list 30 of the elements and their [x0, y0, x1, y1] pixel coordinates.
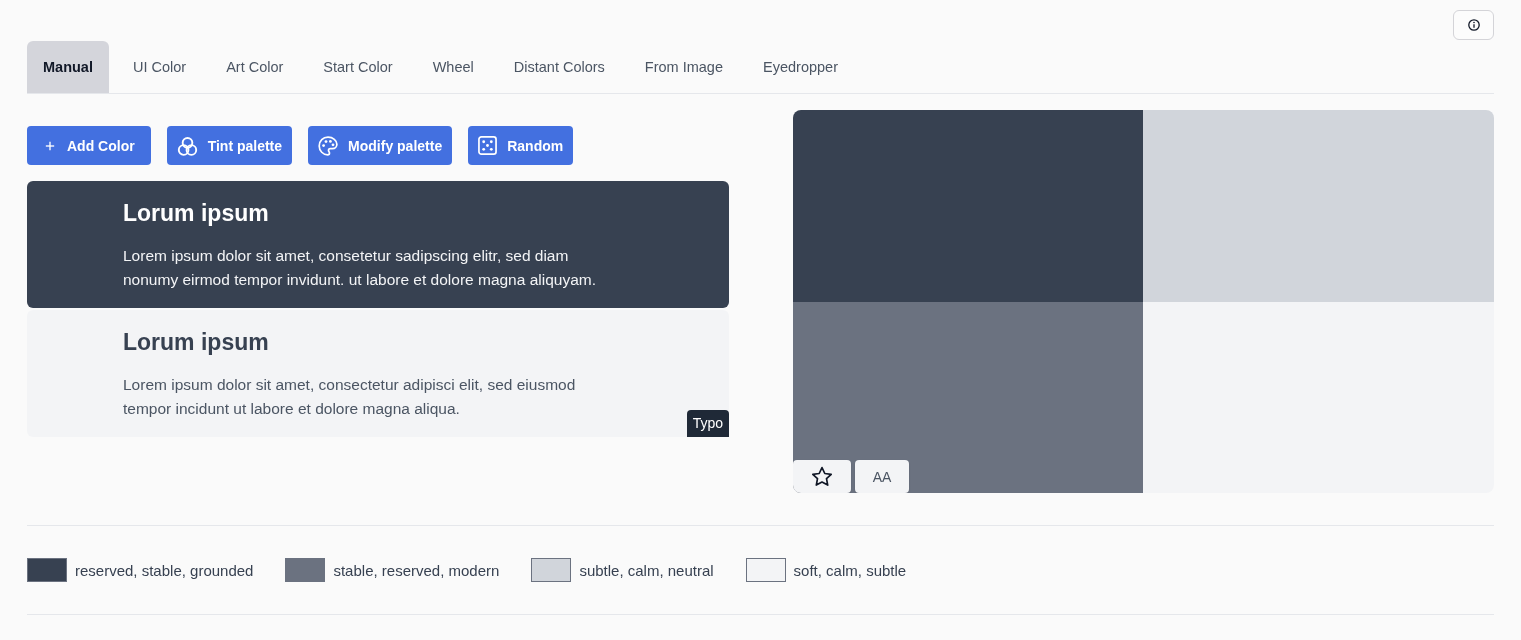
card-title: Lorum ipsum: [123, 328, 269, 357]
tint-palette-button[interactable]: Tint palette: [166, 126, 293, 165]
add-color-button[interactable]: Add Color: [27, 126, 151, 165]
tab[interactable]: UI Color: [116, 41, 203, 93]
three-circles-icon: [176, 135, 198, 156]
info-button[interactable]: [1453, 10, 1494, 40]
tab[interactable]: From Image: [628, 41, 739, 93]
swatch-label: soft, calm, subtle: [793, 561, 907, 579]
card-text: Lorem ipsum dolor sit amet, consectetur adipisci elit, sed eiusmod tempor incidunt ut labore et dolore magna aliqua.: [123, 375, 577, 419]
tab[interactable]: Distant Colors: [497, 41, 621, 93]
tab[interactable]: Art Color: [210, 41, 300, 93]
modify-palette-button[interactable]: Modify palette: [308, 126, 453, 165]
random-button[interactable]: Random: [468, 126, 574, 165]
palette-icon: [318, 135, 339, 156]
tab[interactable]: Manual: [27, 41, 109, 93]
swatch-label: subtle, calm, neutral: [579, 561, 714, 579]
dice-icon: [478, 136, 498, 155]
card-title: Lorum ipsum: [123, 199, 269, 228]
card-text: Lorem ipsum dolor sit amet, consetetur sadipscing elitr, sed diam nonumy eirmod tempor invidunt. ut labore et dolore magna aliquyam.: [123, 246, 597, 290]
info-icon: [1467, 19, 1480, 31]
swatch-label: stable, reserved, modern: [333, 561, 500, 579]
swatch-label: reserved, stable, grounded: [75, 561, 254, 579]
contrast-button[interactable]: AA: [855, 460, 909, 493]
tab[interactable]: Start Color: [307, 41, 409, 93]
favorite-button[interactable]: [793, 460, 851, 493]
typography-tag: Typo: [686, 410, 729, 437]
star-icon: [811, 466, 833, 487]
plus-icon: [45, 140, 55, 151]
tab[interactable]: Eyedropper: [747, 41, 854, 93]
tab[interactable]: Wheel: [416, 41, 490, 93]
